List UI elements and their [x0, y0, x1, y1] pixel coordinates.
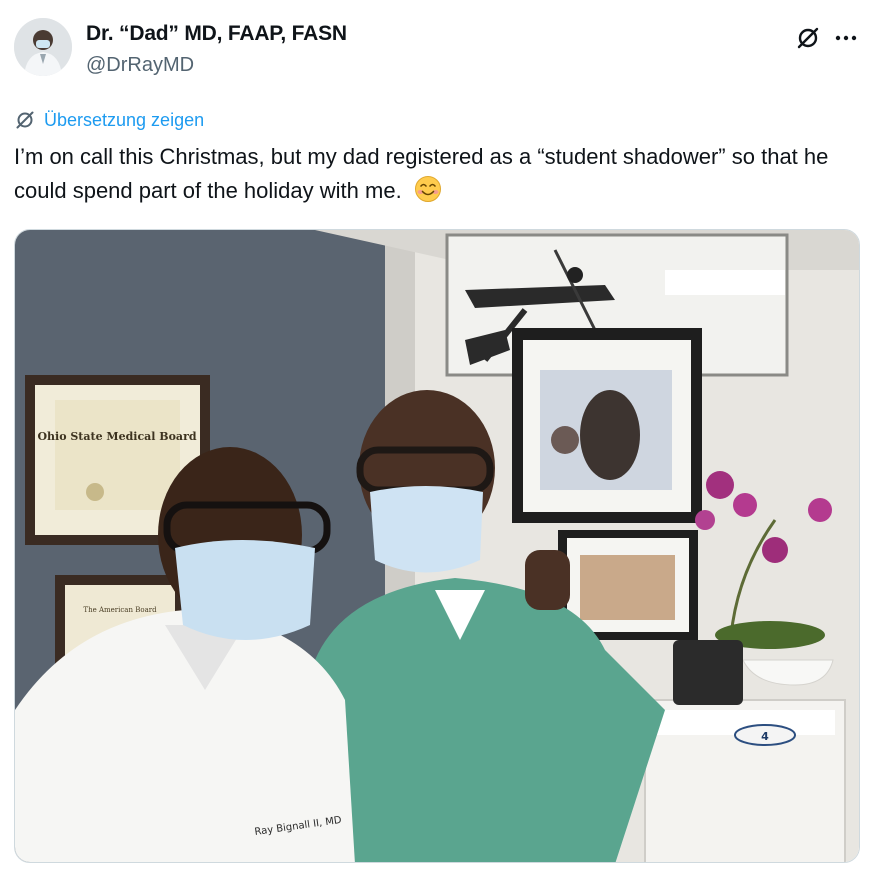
grok-icon[interactable]: [794, 24, 822, 52]
author-handle[interactable]: @DrRayMD: [86, 54, 194, 77]
smiling-face-icon: [414, 176, 441, 202]
more-options-icon[interactable]: [832, 24, 860, 52]
author-name[interactable]: Dr. “Dad” MD, FAAP, FASN: [86, 22, 347, 46]
translate-link[interactable]: Übersetzung zeigen: [14, 107, 204, 133]
person-photo-icon: [14, 18, 72, 76]
plaque-number: 4: [761, 730, 769, 743]
tweet-body: I’m on call this Christmas, but my dad r…: [14, 140, 844, 208]
translate-icon: [16, 111, 34, 129]
tweet-photo[interactable]: Ohio State Medical Board The American Bo…: [14, 229, 860, 863]
framed-artwork: [512, 328, 702, 523]
tweet-header: Dr. “Dad” MD, FAAP, FASN @DrRayMD: [14, 18, 859, 82]
translate-label: Übersetzung zeigen: [44, 109, 205, 130]
certificate-title: Ohio State Medical Board: [37, 430, 196, 443]
selfie-photo: Ohio State Medical Board The American Bo…: [15, 230, 859, 862]
avatar[interactable]: [14, 18, 72, 76]
board-certificate-title: The American Board: [83, 606, 157, 614]
